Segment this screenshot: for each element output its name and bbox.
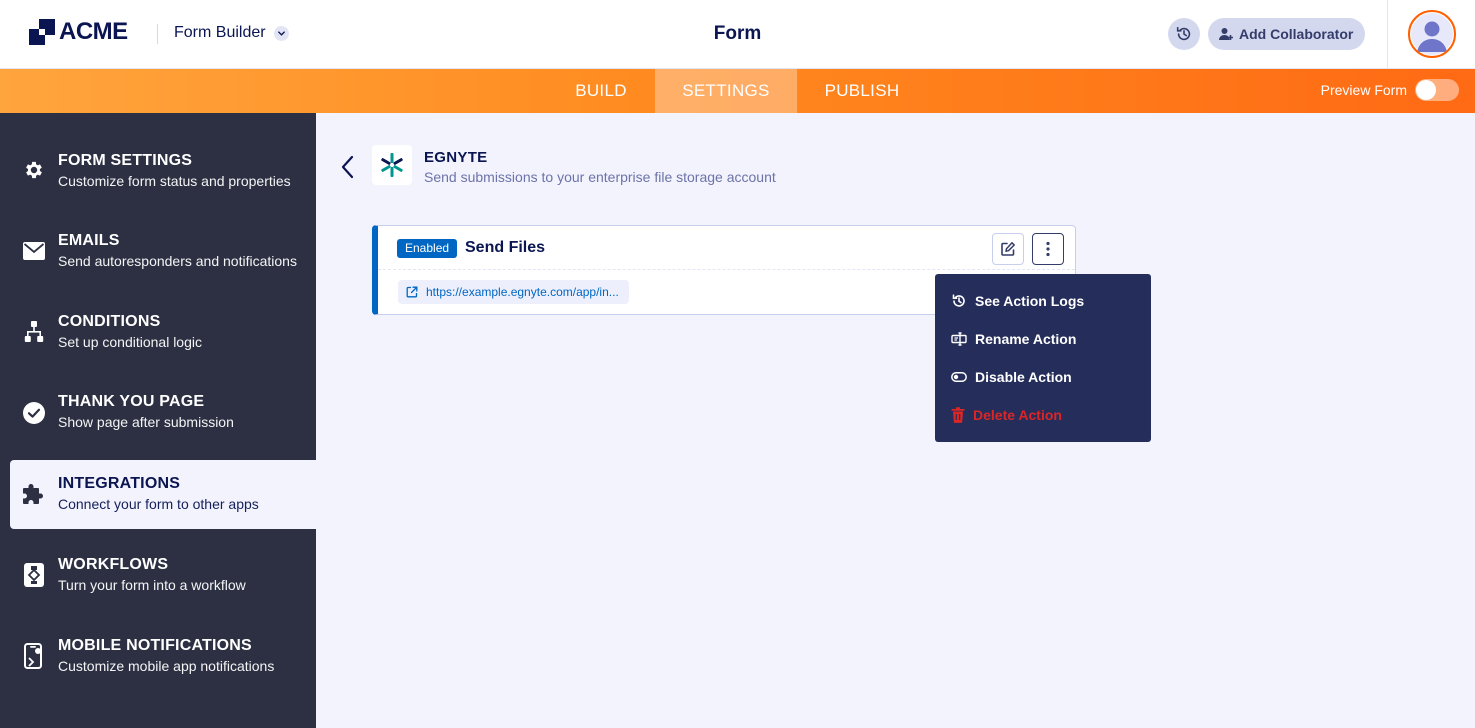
mobile-icon xyxy=(22,643,46,669)
sidebar-item-title: FORM SETTINGS xyxy=(58,152,193,169)
user-avatar[interactable] xyxy=(1408,10,1456,58)
add-user-icon xyxy=(1219,28,1233,40)
add-collaborator-button[interactable]: Add Collaborator xyxy=(1208,18,1366,50)
sidebar-item-workflows[interactable]: WORKFLOWS Turn your form into a workflow xyxy=(10,541,316,610)
menu-item-disable-action[interactable]: Disable Action xyxy=(935,358,1151,396)
sidebar-item-subtitle: Turn your form into a workflow xyxy=(58,577,246,593)
edit-icon xyxy=(1001,242,1015,256)
logo-text: ACME xyxy=(59,18,128,45)
sidebar-item-thank-you-page[interactable]: THANK YOU PAGE Show page after submissio… xyxy=(10,379,316,448)
sidebar-item-title: INTEGRATIONS xyxy=(58,475,181,492)
workflow-icon xyxy=(22,563,46,587)
preview-form-control: Preview Form xyxy=(1321,79,1459,101)
sidebar-item-emails[interactable]: EMAILS Send autoresponders and notificat… xyxy=(10,217,316,286)
sidebar-item-conditions[interactable]: CONDITIONS Set up conditional logic xyxy=(10,298,316,367)
edit-action-button[interactable] xyxy=(992,233,1024,265)
menu-item-delete-action[interactable]: Delete Action xyxy=(935,396,1151,434)
hierarchy-icon xyxy=(22,320,46,344)
chevron-down-icon xyxy=(273,25,289,41)
preview-form-toggle[interactable] xyxy=(1415,79,1459,101)
sidebar-item-title: CONDITIONS xyxy=(58,313,161,330)
acme-logo[interactable]: ACME xyxy=(29,18,128,46)
preview-form-label: Preview Form xyxy=(1320,82,1407,98)
sidebar-item-subtitle: Connect your form to other apps xyxy=(58,496,259,512)
action-card-header: Enabled Send Files xyxy=(378,226,1075,270)
status-badge: Enabled xyxy=(397,239,458,258)
sidebar-item-subtitle: Set up conditional logic xyxy=(58,334,202,350)
external-link-icon xyxy=(406,286,418,298)
sidebar-item-subtitle: Send autoresponders and notifications xyxy=(58,253,297,269)
settings-sidebar: FORM SETTINGS Customize form status and … xyxy=(0,113,316,728)
action-options-menu: See Action Logs Rename Action Disable Ac… xyxy=(935,274,1151,442)
integration-name: EGNYTE xyxy=(424,149,488,166)
sidebar-item-title: EMAILS xyxy=(58,232,120,249)
puzzle-icon xyxy=(22,482,46,506)
header-separator xyxy=(1387,0,1388,69)
history-icon xyxy=(1176,26,1191,41)
sidebar-item-subtitle: Customize form status and properties xyxy=(58,173,291,189)
sidebar-item-subtitle: Show page after submission xyxy=(58,414,234,430)
menu-item-label: Rename Action xyxy=(975,331,1077,347)
menu-item-rename-action[interactable]: Rename Action xyxy=(935,320,1151,358)
tab-build[interactable]: BUILD xyxy=(555,69,647,113)
add-collaborator-label: Add Collaborator xyxy=(1239,26,1354,42)
revision-history-button[interactable] xyxy=(1168,18,1200,50)
sidebar-item-subtitle: Customize mobile app notifications xyxy=(58,658,275,674)
builder-nav: BUILD SETTINGS PUBLISH Preview Form xyxy=(0,69,1475,113)
action-title: Send Files xyxy=(465,239,546,256)
sidebar-item-mobile-notifications[interactable]: MOBILE NOTIFICATIONS Customize mobile ap… xyxy=(10,622,316,691)
history-icon xyxy=(952,294,965,307)
header-divider xyxy=(157,24,158,44)
top-header: ACME Form Builder Form Add Collaborator xyxy=(0,0,1475,69)
user-avatar-icon xyxy=(1411,13,1453,55)
action-url-link[interactable]: https://example.egnyte.com/app/in... xyxy=(398,280,629,304)
egnyte-logo-icon xyxy=(372,145,412,185)
sidebar-item-integrations[interactable]: INTEGRATIONS Connect your form to other … xyxy=(10,460,316,529)
toggle-icon xyxy=(951,372,967,382)
menu-item-label: Disable Action xyxy=(975,369,1072,385)
sidebar-item-title: THANK YOU PAGE xyxy=(58,393,205,410)
action-url-text: https://example.egnyte.com/app/in... xyxy=(426,285,619,299)
back-button[interactable] xyxy=(337,153,359,181)
rename-icon xyxy=(951,332,967,346)
form-builder-label: Form Builder xyxy=(174,24,266,41)
chevron-left-icon xyxy=(341,155,354,179)
menu-item-label: Delete Action xyxy=(973,407,1062,423)
form-builder-dropdown[interactable]: Form Builder xyxy=(174,24,289,42)
more-vertical-icon xyxy=(1046,241,1050,257)
sidebar-item-form-settings[interactable]: FORM SETTINGS Customize form status and … xyxy=(10,136,316,205)
trash-icon xyxy=(951,407,965,423)
sidebar-item-title: MOBILE NOTIFICATIONS xyxy=(58,637,252,654)
more-options-button[interactable] xyxy=(1032,233,1064,265)
envelope-icon xyxy=(22,239,46,263)
logo-mark-icon xyxy=(29,19,55,45)
tab-publish[interactable]: PUBLISH xyxy=(807,69,917,113)
integration-description: Send submissions to your enterprise file… xyxy=(424,169,776,185)
check-circle-icon xyxy=(22,401,46,425)
tab-settings[interactable]: SETTINGS xyxy=(655,69,797,113)
gear-icon xyxy=(22,158,46,182)
sidebar-item-title: WORKFLOWS xyxy=(58,556,169,573)
menu-item-see-action-logs[interactable]: See Action Logs xyxy=(935,282,1151,320)
menu-item-label: See Action Logs xyxy=(975,293,1085,309)
